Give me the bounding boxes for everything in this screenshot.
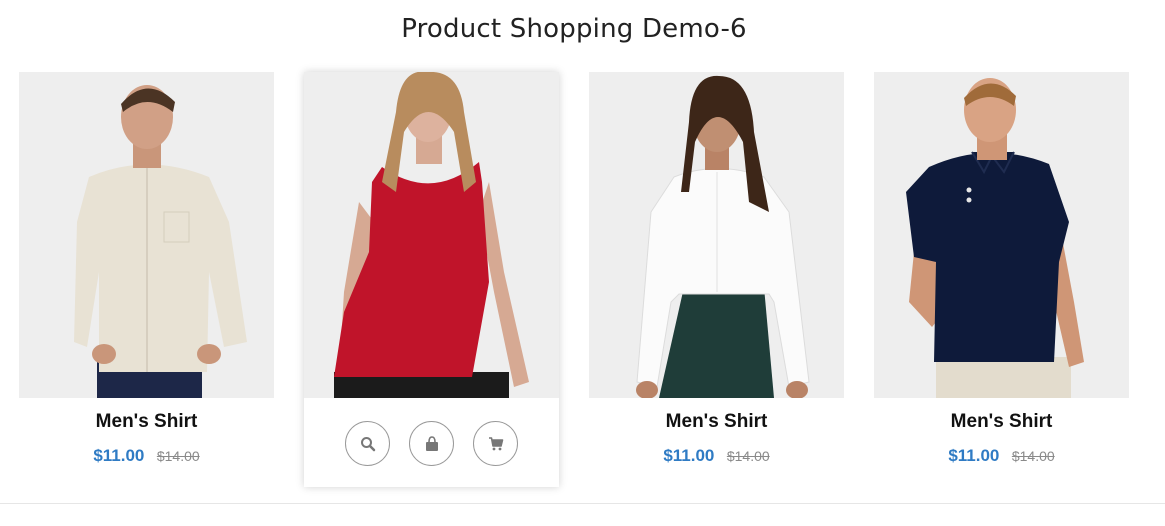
product-card[interactable]: Men's Shirt $11.00 $14.00	[589, 72, 844, 466]
add-to-bag-button[interactable]	[409, 421, 454, 466]
search-icon	[360, 436, 375, 451]
product-price: $11.00	[948, 446, 1000, 465]
product-old-price: $14.00	[726, 448, 770, 464]
product-image[interactable]	[589, 72, 844, 398]
product-card[interactable]: Men's Shirt $11.00 $14.00	[874, 72, 1129, 466]
product-card[interactable]: Men's Shirt $11.00 $14.00	[19, 72, 274, 466]
product-actions	[304, 421, 559, 466]
cart-icon	[488, 436, 503, 450]
product-card-hover[interactable]	[304, 72, 559, 487]
product-name[interactable]: Men's Shirt	[589, 411, 844, 433]
product-old-price: $14.00	[156, 448, 200, 464]
add-to-cart-button[interactable]	[473, 421, 518, 466]
product-image[interactable]	[19, 72, 274, 398]
product-price: $11.00	[93, 446, 145, 465]
product-price: $11.00	[663, 446, 715, 465]
bag-icon	[425, 435, 438, 451]
product-image[interactable]	[304, 72, 559, 398]
product-image[interactable]	[874, 72, 1129, 398]
product-name[interactable]: Men's Shirt	[874, 411, 1129, 433]
page-title: Product Shopping Demo-6	[401, 14, 747, 44]
product-name[interactable]: Men's Shirt	[19, 411, 274, 433]
quick-view-button[interactable]	[345, 421, 390, 466]
product-old-price: $14.00	[1011, 448, 1055, 464]
section-divider	[0, 503, 1165, 504]
